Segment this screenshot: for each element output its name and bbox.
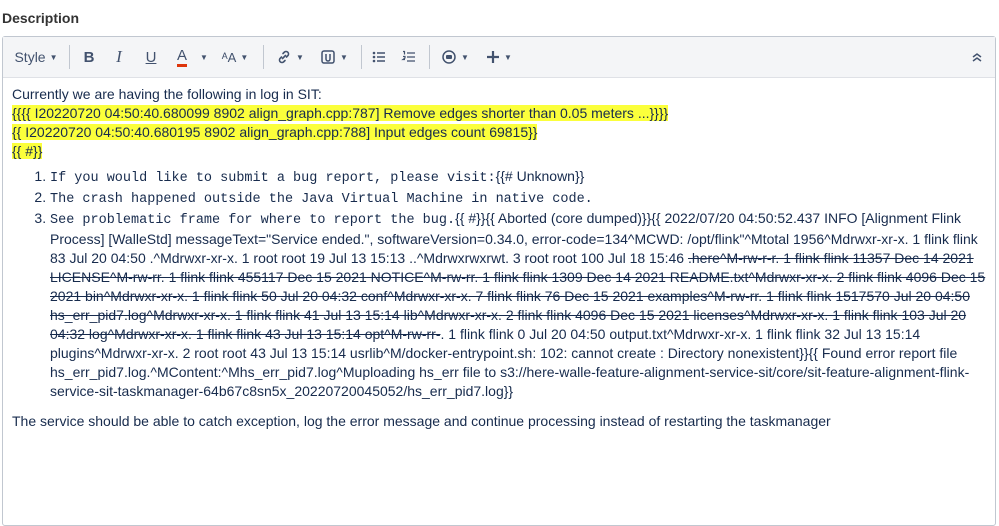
highlighted-log-text: {{ #}} [12,143,43,159]
chevron-down-icon: ▼ [49,52,58,62]
numbered-list-icon [401,50,415,62]
list-item-code: See problematic frame for where to repor… [50,213,456,228]
link-icon [278,50,290,64]
chevron-down-icon: ▼ [340,52,348,62]
toolbar-divider [429,45,430,69]
toolbar-divider [263,45,264,69]
numbered-list-button[interactable] [397,43,421,71]
log-line-3: {{ #}} [12,142,987,161]
insert-button[interactable]: ▼ [481,43,517,71]
chevron-down-icon: ▼ [461,52,469,62]
editor-content[interactable]: Currently we are having the following in… [12,85,987,431]
underline-button[interactable]: U [139,43,163,71]
list-item-code: If you would like to submit a bug report… [50,171,496,186]
emoji-icon [442,50,456,64]
chevron-down-icon: ▼ [296,52,304,62]
text-size-label: ᴬA [221,49,237,65]
text-color-label: A [176,47,187,67]
numbered-list: If you would like to submit a bug report… [12,167,987,401]
list-item-text: {{# Unknown}} [495,168,585,184]
emoji-button[interactable]: ▼ [437,43,473,71]
double-chevron-up-icon [972,53,982,62]
text-color-dropdown[interactable]: ▼ [197,43,211,71]
italic-button[interactable]: I [107,43,131,71]
intro-text: Currently we are having the following in… [12,86,322,102]
text-size-dropdown[interactable]: ᴬA ▼ [215,43,255,71]
link-button[interactable]: ▼ [271,43,309,71]
highlighted-log-text: {{ I20220720 04:50:40.680195 8902 align_… [12,124,538,140]
list-item-code: The crash happened outside the Java Virt… [50,192,593,207]
chevron-down-icon: ▼ [200,52,208,62]
bullet-list-button[interactable] [367,43,391,71]
toolbar-divider [361,45,362,69]
style-dropdown[interactable]: Style ▼ [11,43,61,71]
description-editor[interactable]: Style ▼ B I U A ▼ ᴬA ▼ ▼ ▼ ▼ ▼ Currently… [2,36,996,526]
log-line-2: {{ I20220720 04:50:40.680195 8902 align_… [12,123,987,142]
collapse-toolbar-button[interactable] [967,43,987,71]
log-line-1: {{{{ I20220720 04:50:40.680099 8902 alig… [12,104,987,123]
bullet-list-icon [372,51,385,63]
closing-paragraph: The service should be able to catch exce… [12,413,831,429]
editor-toolbar: Style ▼ B I U A ▼ ᴬA ▼ ▼ ▼ ▼ ▼ [3,37,995,78]
style-label: Style [14,49,46,65]
attachment-button[interactable]: ▼ [315,43,353,71]
list-item: See problematic frame for where to repor… [50,209,987,401]
paperclip-icon [321,50,335,64]
list-item: If you would like to submit a bug report… [50,167,987,188]
description-label: Description [2,10,80,26]
text-color-button[interactable]: A [169,43,195,71]
chevron-down-icon: ▼ [240,52,249,62]
plus-icon [487,51,500,63]
list-item: The crash happened outside the Java Virt… [50,188,987,209]
chevron-down-icon: ▼ [504,52,512,62]
bold-button[interactable]: B [77,43,101,71]
highlighted-log-text: {{{{ I20220720 04:50:40.680099 8902 alig… [12,105,669,121]
toolbar-divider [69,45,70,69]
